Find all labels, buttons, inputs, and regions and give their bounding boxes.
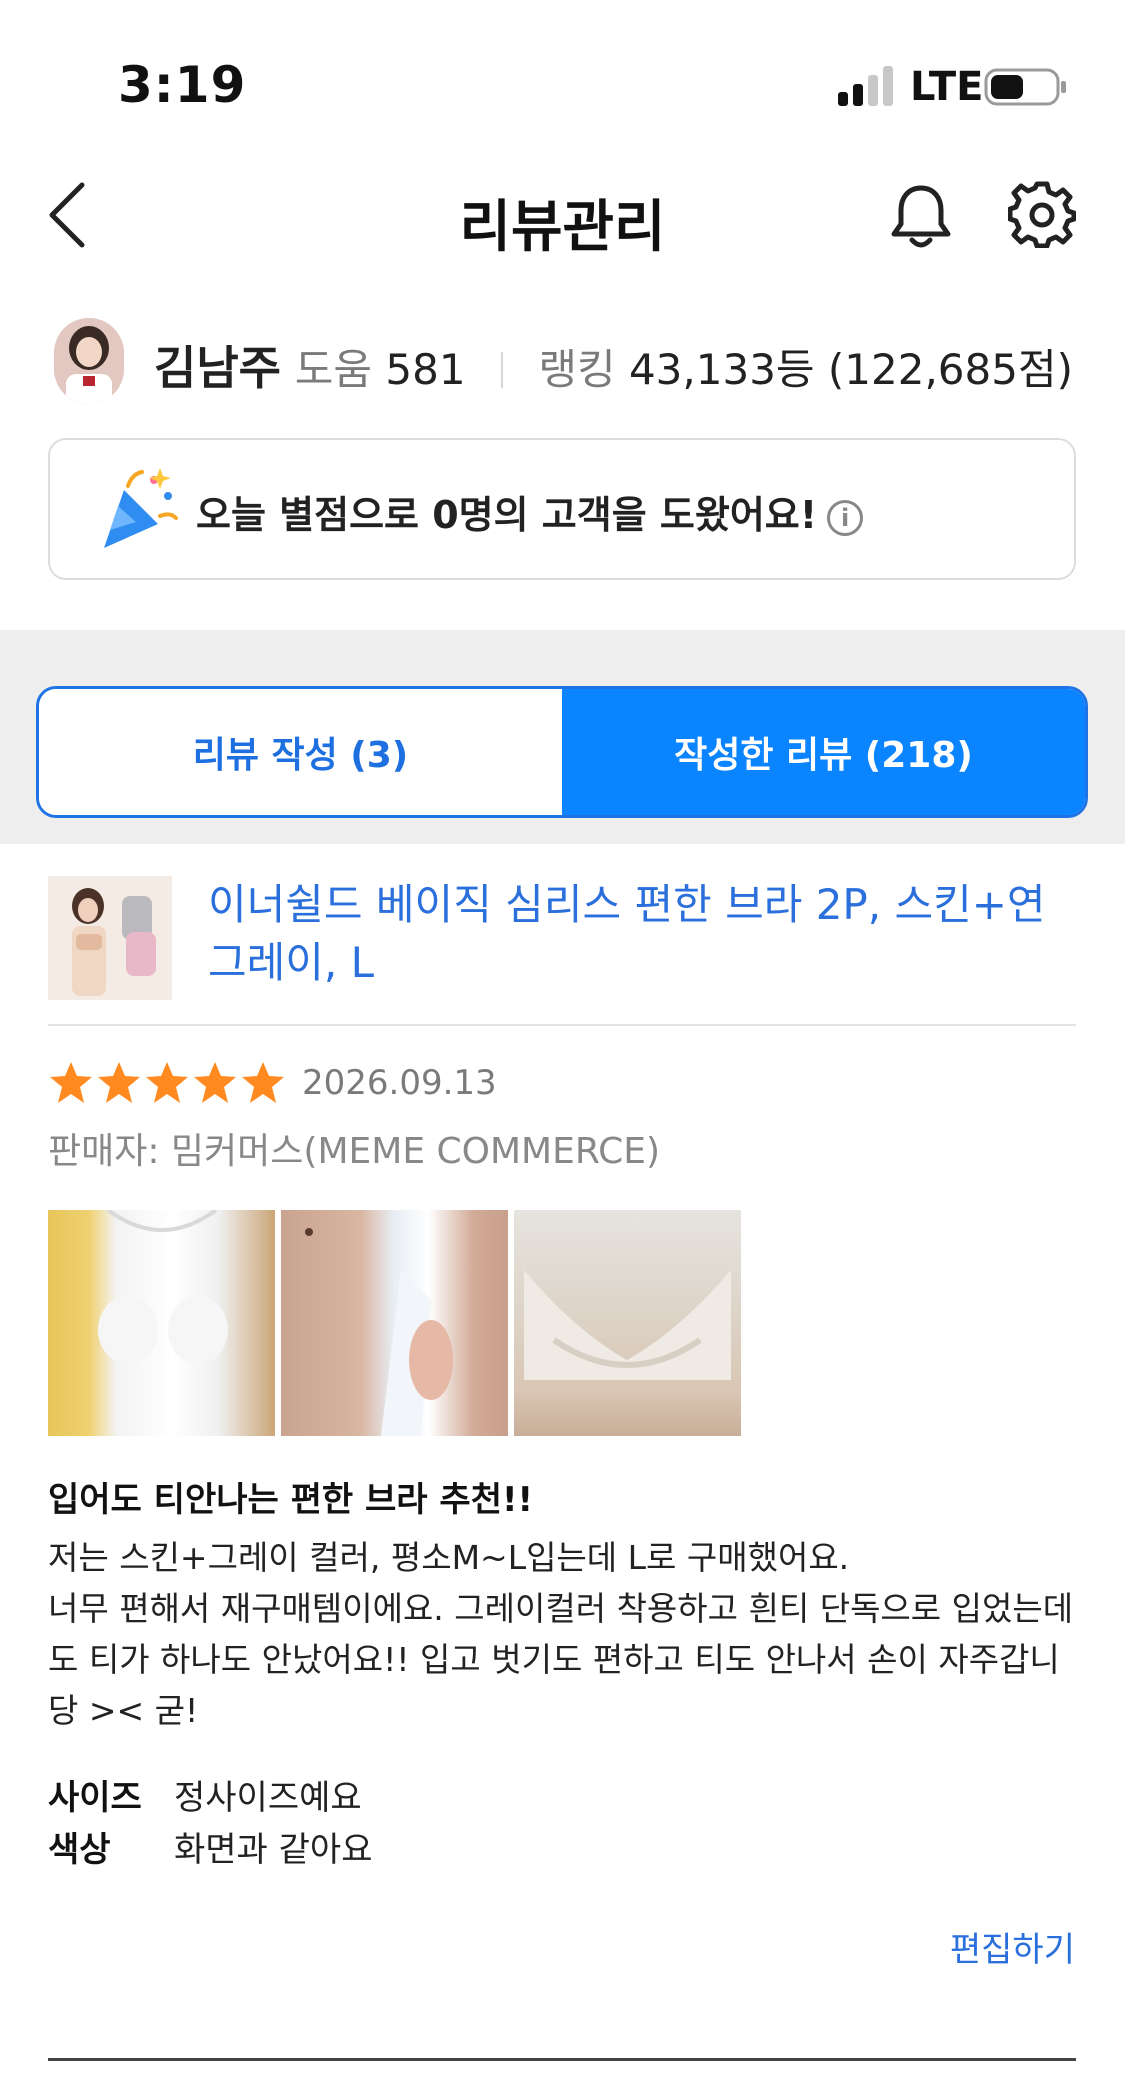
attribute-value: 화면과 같아요 xyxy=(174,1829,373,1870)
review-photo-image xyxy=(305,1228,453,1436)
review-tabs: 리뷰 작성 (3) 작성한 리뷰 (218) xyxy=(36,686,1088,818)
attribute-key: 색상 xyxy=(48,1829,111,1870)
user-name: 김남주 xyxy=(154,341,281,395)
rating-row: 2026.09.13 xyxy=(48,1058,497,1108)
status-bar: 3:19 LTE xyxy=(0,0,1125,140)
edit-review-link[interactable]: 편집하기 xyxy=(950,1922,1075,1971)
help-count: 581 xyxy=(385,345,466,394)
review-photo[interactable] xyxy=(281,1210,508,1436)
product-thumbnail[interactable] xyxy=(48,876,172,1000)
avatar[interactable] xyxy=(54,318,124,404)
tab-write-review[interactable]: 리뷰 작성 (3) xyxy=(39,689,562,815)
product-name-link[interactable]: 이너쉴드 베이직 심리스 편한 브라 2P, 스킨+연그레이, L xyxy=(208,876,1068,992)
avatar-image xyxy=(54,318,124,404)
review-photo[interactable] xyxy=(514,1210,741,1436)
star-icon xyxy=(242,1062,284,1103)
network-label: LTE xyxy=(910,64,984,110)
review-photo-image xyxy=(98,1210,228,1364)
tab-section: 리뷰 작성 (3) 작성한 리뷰 (218) xyxy=(0,630,1125,844)
star-icon xyxy=(194,1062,236,1103)
user-stats: 도움 581 랭킹 43,133등 (122,685점) xyxy=(295,336,1073,397)
battery-icon xyxy=(984,68,1066,106)
ranking-label: 랭킹 xyxy=(538,345,616,394)
divider xyxy=(48,2058,1076,2061)
stats-divider xyxy=(500,352,503,388)
review-photos xyxy=(48,1210,741,1436)
product-image xyxy=(48,876,172,1000)
nav-bar: 리뷰관리 xyxy=(0,160,1125,270)
review-photo[interactable] xyxy=(48,1210,275,1436)
tab-written-reviews[interactable]: 작성한 리뷰 (218) xyxy=(562,689,1085,815)
info-icon[interactable]: i xyxy=(827,500,864,536)
review-title: 입어도 티안나는 편한 브라 추천!! xyxy=(48,1480,533,1520)
help-banner: 오늘 별점으로 0명의 고객을 도왔어요! i xyxy=(48,438,1076,580)
divider xyxy=(48,1024,1076,1026)
review-photo-image xyxy=(524,1270,731,1380)
review-product[interactable]: 이너쉴드 베이직 심리스 편한 브라 2P, 스킨+연그레이, L xyxy=(48,874,1078,1026)
star-icon xyxy=(146,1062,188,1103)
banner-message: 오늘 별점으로 0명의 고객을 도왔어요! i xyxy=(196,484,864,539)
attribute-color: 색상 화면과 같아요 xyxy=(48,1820,373,1872)
attribute-key: 사이즈 xyxy=(48,1777,142,1818)
attribute-size: 사이즈 정사이즈예요 xyxy=(48,1768,373,1820)
settings-gear-icon[interactable] xyxy=(1008,180,1076,248)
bell-icon[interactable] xyxy=(888,182,954,250)
banner-text: 오늘 별점으로 0명의 고객을 도왔어요! xyxy=(196,493,818,537)
seller-name: 판매자: 밈커머스(MEME COMMERCE) xyxy=(48,1131,661,1172)
attribute-value: 정사이즈예요 xyxy=(174,1777,362,1818)
review-date: 2026.09.13 xyxy=(302,1063,497,1103)
review-body: 저는 스킨+그레이 컬러, 평소M~L입는데 L로 구매했어요. 너무 편해서 … xyxy=(48,1538,1074,1730)
help-label: 도움 xyxy=(294,345,373,394)
review-attributes: 사이즈 정사이즈예요 색상 화면과 같아요 xyxy=(48,1768,373,1872)
status-time: 3:19 xyxy=(118,56,247,114)
signal-icon xyxy=(838,66,893,106)
profile-summary: 김남주 도움 581 랭킹 43,133등 (122,685점) xyxy=(0,310,1125,410)
page-title: 리뷰관리 xyxy=(459,195,666,260)
star-icon xyxy=(50,1062,92,1103)
party-popper-icon xyxy=(104,468,178,548)
star-icon xyxy=(98,1062,140,1103)
ranking-value: 43,133등 (122,685점) xyxy=(628,345,1073,394)
